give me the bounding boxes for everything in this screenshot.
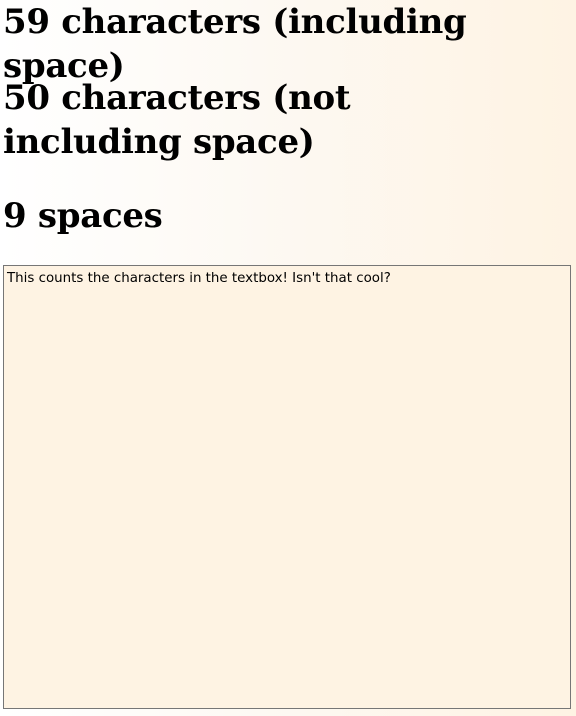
characters-without-spaces-count: 50 characters (not including space) [3, 78, 351, 162]
spaces-count: 9 spaces [3, 196, 163, 236]
total-characters-count: 59 characters (including space) [3, 2, 467, 86]
text-input-area[interactable]: This counts the characters in the textbo… [3, 265, 571, 709]
